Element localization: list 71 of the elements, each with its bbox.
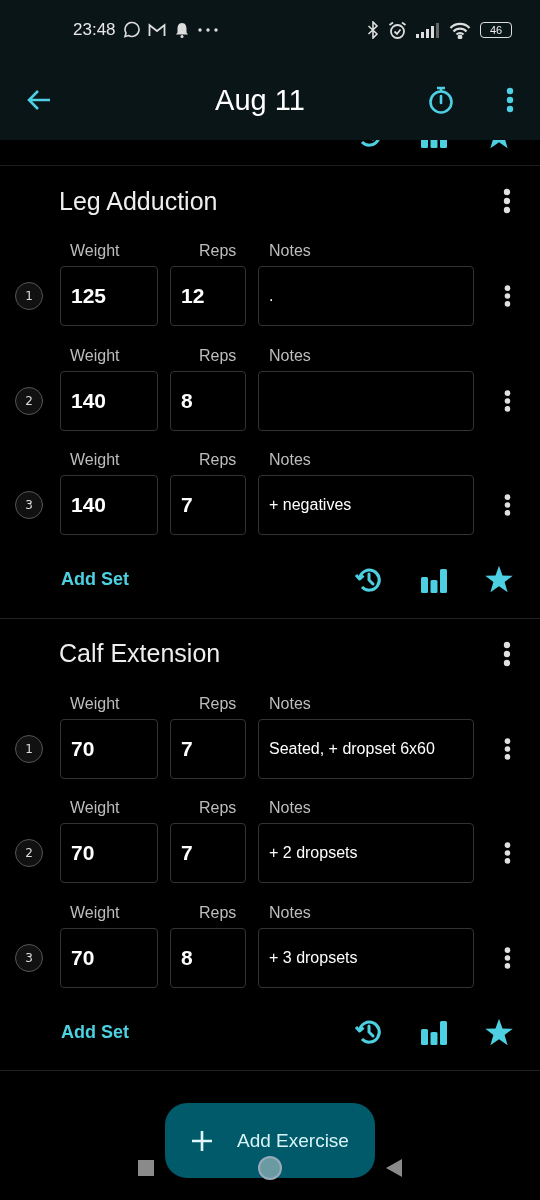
add-set-button[interactable]: Add Set — [61, 569, 129, 590]
field-label: Notes — [269, 694, 311, 713]
bell-icon — [173, 22, 190, 38]
stopwatch-icon[interactable] — [428, 86, 454, 114]
set-number: 3 — [15, 491, 43, 519]
weight-field[interactable]: 70 — [60, 823, 158, 883]
set-menu-icon[interactable] — [504, 840, 511, 866]
set-menu-icon[interactable] — [504, 492, 511, 518]
field-label: Reps — [199, 694, 238, 713]
field-label: Notes — [269, 903, 311, 922]
field-label: Weight — [70, 694, 121, 713]
field-label: Weight — [70, 451, 121, 469]
field-label: Weight — [70, 903, 121, 922]
notes-field[interactable] — [258, 370, 474, 431]
reps-field[interactable]: 7 — [170, 718, 246, 779]
set-menu-icon[interactable] — [504, 944, 511, 971]
field-label: Reps — [199, 346, 238, 365]
reps-field[interactable]: 8 — [170, 370, 246, 431]
set-number: 2 — [15, 839, 43, 867]
exercise-title: Calf Extension — [59, 639, 221, 668]
set-number: 3 — [15, 943, 43, 972]
set-menu-icon[interactable] — [504, 283, 511, 309]
set-menu-icon[interactable] — [504, 387, 511, 414]
battery-level: 46 — [489, 24, 503, 36]
exercise-menu-icon[interactable] — [503, 640, 511, 667]
reps-field[interactable]: 7 — [170, 823, 246, 883]
notes-field[interactable]: Seated, + dropset 6x60 — [258, 718, 474, 779]
add-set-button[interactable]: Add Set — [61, 1021, 129, 1043]
field-label: Weight — [70, 346, 121, 365]
back-arrow-icon[interactable] — [26, 89, 52, 111]
add-exercise-button[interactable]: Add Exercise — [165, 1103, 375, 1178]
set-number: 1 — [15, 734, 43, 763]
notes-field[interactable]: . — [258, 266, 474, 326]
more-icon — [197, 28, 218, 32]
field-label: Notes — [269, 242, 311, 260]
back-icon[interactable] — [386, 1159, 402, 1177]
reps-field[interactable]: 12 — [170, 266, 246, 326]
signal-icon — [416, 22, 440, 38]
field-label: Weight — [70, 242, 121, 260]
field-label: Notes — [269, 799, 311, 817]
set-number: 2 — [15, 386, 43, 415]
reps-field[interactable]: 8 — [170, 927, 246, 988]
notes-field[interactable]: + negatives — [258, 475, 474, 535]
mail-icon — [147, 23, 166, 37]
exercise-title: Leg Adduction — [59, 186, 218, 216]
weight-field[interactable]: 70 — [60, 927, 158, 988]
field-label: Reps — [199, 242, 238, 260]
field-label: Reps — [199, 903, 238, 922]
field-label: Reps — [199, 451, 238, 469]
field-label: Notes — [269, 346, 311, 365]
wifi-icon — [449, 21, 471, 39]
notes-field[interactable]: + 2 dropsets — [258, 823, 474, 883]
field-label: Weight — [70, 799, 121, 817]
overflow-menu-icon[interactable] — [506, 87, 514, 113]
set-number: 1 — [15, 282, 43, 310]
field-label: Notes — [269, 451, 311, 469]
set-menu-icon[interactable] — [504, 735, 511, 762]
weight-field[interactable]: 140 — [60, 370, 158, 431]
reps-field[interactable]: 7 — [170, 475, 246, 535]
plus-icon — [191, 1129, 213, 1152]
exercise-menu-icon[interactable] — [503, 188, 511, 214]
alarm-icon — [388, 20, 407, 40]
page-title: Aug 11 — [214, 83, 306, 117]
weight-field[interactable]: 125 — [60, 266, 158, 326]
field-label: Reps — [199, 799, 238, 817]
weight-field[interactable]: 140 — [60, 475, 158, 535]
chat-icon — [121, 21, 140, 39]
bluetooth-icon — [367, 21, 379, 39]
notes-field[interactable]: + 3 dropsets — [258, 927, 474, 988]
status-time: 23:48 — [73, 20, 116, 40]
weight-field[interactable]: 70 — [60, 718, 158, 779]
